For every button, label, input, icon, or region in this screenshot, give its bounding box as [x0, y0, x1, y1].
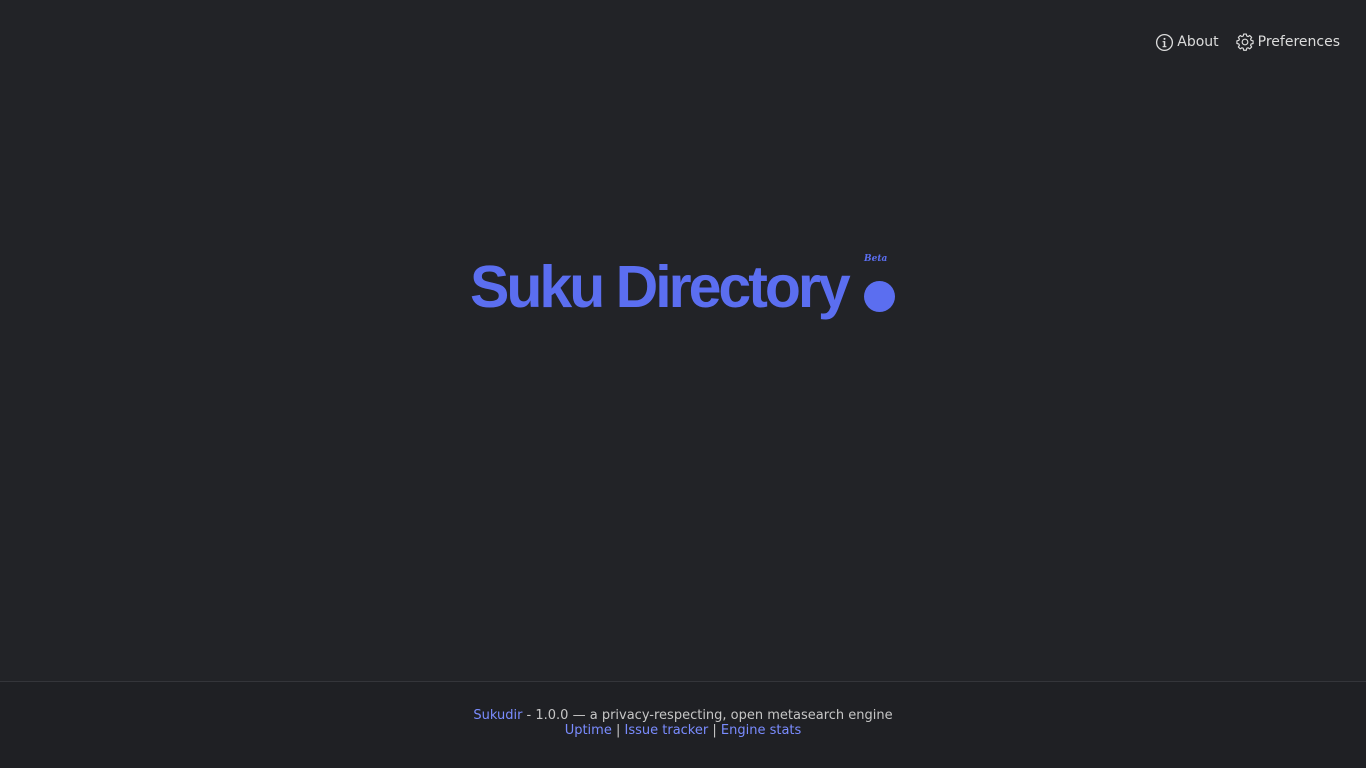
gear-icon: [1235, 32, 1255, 52]
beta-badge: Beta: [864, 254, 888, 264]
about-label: About: [1177, 34, 1219, 50]
page: About Preferences Suku Directory Beta Su…: [0, 0, 1366, 768]
site-logo: Suku Directory Beta: [470, 250, 900, 330]
footer-separator: |: [615, 723, 621, 738]
preferences-link[interactable]: Preferences: [1235, 31, 1340, 53]
brand-link[interactable]: Sukudir: [473, 708, 522, 723]
uptime-link[interactable]: Uptime: [565, 723, 612, 738]
about-link[interactable]: About: [1155, 31, 1219, 53]
footer-separator: |: [712, 723, 717, 738]
engine-stats-link[interactable]: Engine stats: [721, 723, 801, 738]
footer-info-line: Sukudir - 1.0.0 — a privacy-respecting, …: [0, 708, 1366, 724]
footer-tagline: - 1.0.0 — a privacy-respecting, open met…: [522, 708, 893, 723]
top-navigation: About Preferences: [1155, 31, 1340, 53]
info-icon: [1155, 33, 1174, 52]
logo-text: Suku Directory: [470, 254, 851, 320]
logo-dot: [864, 281, 895, 312]
issue-tracker-link[interactable]: Issue tracker: [625, 723, 709, 738]
preferences-label: Preferences: [1257, 34, 1340, 50]
footer: Sukudir - 1.0.0 — a privacy-respecting, …: [0, 681, 1366, 768]
footer-links: Uptime | Issue tracker | Engine stats: [0, 723, 1366, 739]
